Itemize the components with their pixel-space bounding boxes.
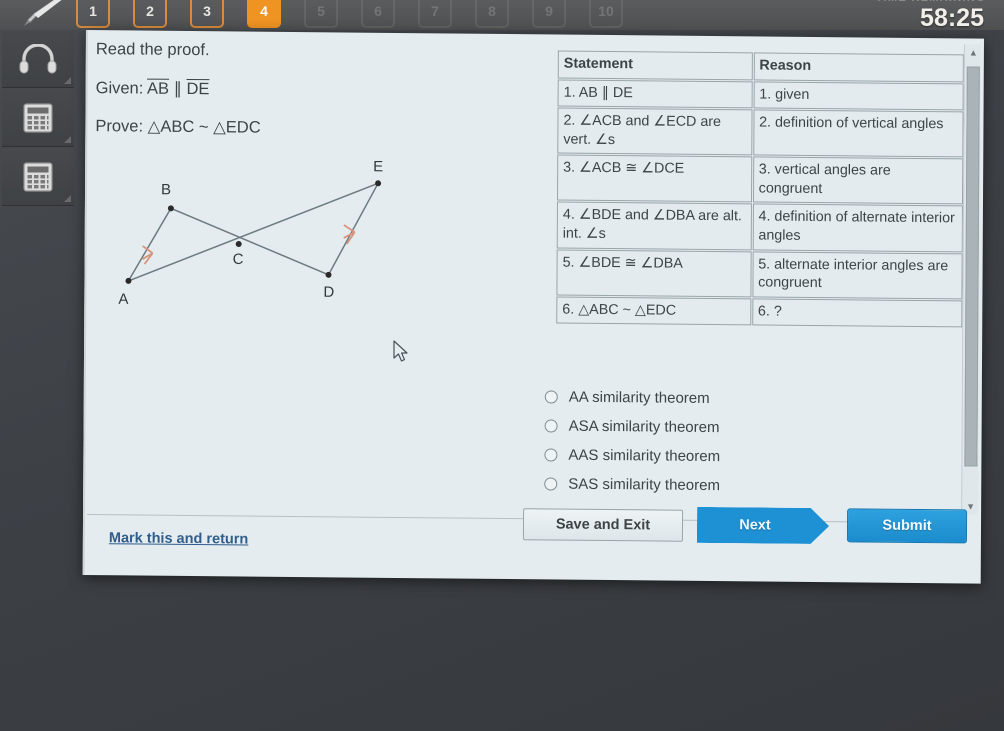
question-tab-8: 8 (475, 0, 509, 28)
next-button[interactable]: Next (697, 507, 829, 544)
question-tab-7: 7 (418, 0, 452, 28)
column-header-reason: Reason (753, 52, 964, 83)
proof-table: Statement Reason 1. AB ∥ DE 1. given 2. ∠A… (555, 50, 965, 329)
mark-this-and-return-link[interactable]: Mark this and return (109, 530, 248, 547)
question-tab-9: 9 (532, 0, 566, 28)
statement-cell-1: 1. AB ∥ DE (557, 79, 753, 109)
instruction-text: Read the proof. (95, 40, 210, 60)
question-tab-3[interactable]: 3 (190, 0, 224, 28)
table-row: 3. ∠ACB ≅ ∠DCE 3. vertical angles are con… (556, 154, 964, 205)
svg-text:C: C (233, 251, 244, 268)
radio-button[interactable] (544, 477, 558, 491)
calculator-icon (23, 102, 53, 133)
answer-choice-1[interactable]: AA similarity theorem (544, 382, 721, 413)
statement-cell-2: 2. ∠ACB and ∠ECD are vert. ∠s (557, 107, 753, 156)
answer-choice-4[interactable]: SAS similarity theorem (544, 469, 720, 500)
top-navigation-bar: 12345678910 TIME REMAINING 58:25 (0, 0, 1004, 32)
table-row: 4. ∠BDE and ∠DBA are alt. int. ∠s 4. defi… (556, 201, 963, 253)
question-tab-6: 6 (361, 0, 395, 28)
statement-cell-4: 4. ∠BDE and ∠DBA are alt. int. ∠s (556, 201, 752, 251)
scientific-calculator-tool[interactable] (2, 148, 74, 206)
answer-choice-label: SAS similarity theorem (568, 475, 721, 495)
statement-cell-6: 6. △ABC ~ △EDC (556, 296, 752, 326)
question-tab-1[interactable]: 1 (76, 0, 110, 28)
reason-cell-4: 4. definition of alternate interior angl… (752, 203, 963, 253)
pencil-icon[interactable] (14, 0, 66, 30)
column-header-statement: Statement (557, 50, 753, 80)
answer-choice-label: AAS similarity theorem (568, 446, 721, 466)
answer-choice-3[interactable]: AAS similarity theorem (544, 440, 720, 471)
reason-cell-3: 3. vertical angles are congruent (752, 156, 964, 205)
question-tab-4[interactable]: 4 (247, 0, 281, 28)
parallel-symbol: ∥ (173, 79, 182, 98)
radio-button[interactable] (544, 419, 558, 433)
given-segment-1: AB (146, 79, 170, 98)
similar-triangles-diagram: A B C D E (118, 158, 383, 308)
svg-text:E: E (373, 158, 383, 175)
svg-text:D: D (323, 284, 334, 301)
time-remaining-value: 58:25 (920, 4, 984, 32)
save-and-exit-button[interactable]: Save and Exit (522, 508, 684, 542)
table-row: 6. △ABC ~ △EDC 6. ? (556, 296, 963, 328)
headphones-icon (19, 43, 57, 73)
calculator-icon (23, 161, 53, 192)
given-label: Given: (95, 79, 144, 98)
calculator-tool[interactable] (2, 89, 74, 147)
table-row: 1. AB ∥ DE 1. given (557, 79, 964, 111)
answer-choice-label: ASA similarity theorem (568, 417, 720, 437)
reason-cell-2: 2. definition of vertical angles (752, 109, 964, 158)
answer-choice-2[interactable]: ASA similarity theorem (544, 411, 721, 442)
answer-choice-list: AA similarity theorem ASA similarity theo… (544, 382, 720, 500)
vertical-scrollbar[interactable]: ▲ ▼ (961, 44, 982, 515)
question-panel: Read the proof. Given: AB ∥ DE Prove: △A… (82, 30, 984, 584)
table-header-row: Statement Reason (557, 50, 964, 83)
radio-button[interactable] (544, 448, 558, 462)
scrollbar-thumb[interactable] (964, 66, 980, 467)
reason-cell-5: 5. alternate interior angles are congrue… (752, 251, 963, 300)
prove-line: Prove: △ABC ~ △EDC (95, 116, 260, 138)
given-segment-2: DE (186, 79, 210, 99)
prove-label: Prove: (95, 117, 144, 136)
mouse-pointer (393, 340, 408, 362)
audio-tool[interactable] (2, 30, 74, 88)
table-row: 2. ∠ACB and ∠ECD are vert. ∠s 2. definiti… (557, 107, 964, 158)
question-tab-5: 5 (304, 0, 338, 28)
tool-rail (0, 30, 76, 210)
statement-cell-3: 3. ∠ACB ≅ ∠DCE (556, 154, 752, 203)
chevron-up-icon[interactable]: ▲ (965, 44, 982, 60)
reason-cell-1: 1. given (753, 80, 964, 111)
answer-choice-label: AA similarity theorem (568, 388, 710, 407)
radio-button[interactable] (544, 390, 558, 404)
svg-text:B: B (161, 181, 171, 198)
screen-photo: 12345678910 TIME REMAINING 58:25 (0, 0, 1004, 731)
table-row: 5. ∠BDE ≅ ∠DBA 5. alternate interior angl… (556, 249, 963, 300)
svg-text:A: A (118, 291, 128, 308)
question-tab-10: 10 (589, 0, 623, 28)
statement-cell-5: 5. ∠BDE ≅ ∠DBA (556, 249, 752, 298)
question-tab-2[interactable]: 2 (133, 0, 167, 28)
given-line: Given: AB ∥ DE (96, 78, 210, 99)
prove-statement: △ABC ~ △EDC (147, 117, 261, 137)
reason-cell-6: 6. ? (751, 298, 963, 328)
submit-button[interactable]: Submit (846, 508, 968, 544)
